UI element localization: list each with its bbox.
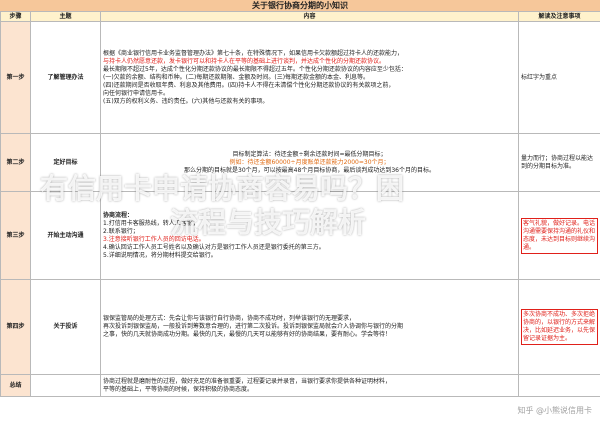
content-line: (一)欠款的余额、结构和币种。(二)每期还款期限、金额及时间。(三)每期还款金额…: [103, 73, 370, 81]
step-cell: 第四步: [0, 279, 31, 375]
content-line: 之事，快的几天就协商成功分期。最快的几天，最慢的几天可以能够有好的协商结果，要有…: [103, 331, 392, 338]
content-cell: 协商流程： 1.打信用卡客服热线，转人工客服； 2.联系银行； 3.注意接听银行…: [100, 191, 519, 280]
step-cell: 第二步: [0, 133, 31, 192]
watermark: 知乎 @小熊说信用卡: [517, 406, 592, 415]
tips-note: 客气礼貌，做好记录。电话沟通需要保持沟通的礼仪和态度，未达到目标则继续沟通。: [521, 217, 598, 254]
content-line: 平等的基础上，平等协商的时候，保持积极的协商态度。: [103, 385, 254, 393]
document-title: 关于银行协商分期的小知识: [0, 0, 600, 11]
info-table: 步骤 主题 内容 解读及注意事项 第一步 了解管理办法 根据《商业银行信用卡业务…: [0, 11, 600, 397]
content-line: 1.打信用卡客服热线，转人工客服；: [103, 219, 199, 227]
content-line: 向任何银行申请信用卡。: [103, 89, 170, 97]
content-line: 5.详细说明情况，将分期材料提交给银行。: [103, 251, 217, 259]
content-line: 银保监管局的处理方式：先会让你与该银行自行协商，协商不成功时，列举该银行的无理要…: [103, 315, 356, 322]
topic-cell: 开始主动沟通: [30, 191, 101, 280]
header-content: 内容: [100, 11, 519, 22]
content-cell: 目标制定算法：待还金额÷剩余还款时间=最低分期目标； 例如：待还金额60000÷…: [100, 133, 519, 192]
content-line: 那么分期的目标就是30个月，可以按最高48个月目标协商，最后谈判成功达到36个月…: [184, 166, 435, 174]
content-line: (四)还款期间是否收取年费、利息及其他费用。(四)持卡人不得在未清偿个性化分期还…: [103, 81, 395, 89]
content-line: 3.注意接听银行工作人员的回访电话。: [103, 235, 205, 243]
tips-cell: 量力而行；协商过程以能达到的分期目标为准。: [518, 133, 600, 192]
step-cell: 第三步: [0, 191, 31, 280]
step-cell: 总结: [0, 374, 31, 397]
step-cell: 第一步: [0, 21, 31, 134]
table-row: 总结 协商过程就是磨耐性的过程，做好充足的准备很重要，过程要记录并录音，当银行要…: [0, 374, 600, 397]
content-line: 根据《商业银行信用卡业务监督管理办法》第七十条，在特殊情况下，如果信用卡欠款额超…: [103, 49, 404, 57]
content-line: (五)双方的权利义务、违约责任。(六)其他与还款有关的事项。: [103, 97, 269, 105]
table-row: 第四步 关于投诉 银保监管局的处理方式：先会让你与该银行自行协商，协商不成功时，…: [0, 279, 600, 375]
table-header-row: 步骤 主题 内容 解读及注意事项: [0, 11, 600, 22]
tips-cell: 多次协商不成功、多次拒绝协商的，以银行的方式来解决，比如延迟业务，以先保留记录证…: [518, 279, 600, 375]
tips-note: 多次协商不成功、多次拒绝协商的，以银行的方式来解决，比如延迟业务，以先保留记录证…: [521, 309, 598, 345]
topic-cell: 关于投诉: [30, 279, 101, 375]
content-cell: 根据《商业银行信用卡业务监督管理办法》第七十条，在特殊情况下，如果信用卡欠款额超…: [100, 21, 519, 134]
content-line: 再次投诉到银保监局，一般投诉到筹数意合理的，进行第二次投诉。投诉到银保监局就会介…: [103, 323, 404, 330]
tips-cell: 标红字为重点: [518, 21, 600, 134]
content-line: 与持卡人仍然愿意还款，发卡银行可以和持卡人在平等的基础上进行谈判，并达成个性化的…: [103, 57, 386, 65]
header-step: 步骤: [0, 11, 31, 22]
tips-cell: 客气礼貌，做好记录。电话沟通需要保持沟通的礼仪和态度，未达到目标则继续沟通。: [518, 191, 600, 280]
content-line: 协商过程就是磨耐性的过程，做好充足的准备很重要，过程要记录并录音，当银行要求你提…: [103, 377, 392, 385]
content-line: 目标制定算法：待还金额÷剩余还款时间=最低分期目标；: [232, 150, 387, 158]
content-line: 最长期限不超过5年，达成个性化分期还款协议的最长期限不得超过五年。个性化分期还款…: [103, 65, 407, 73]
table-row: 第一步 了解管理办法 根据《商业银行信用卡业务监督管理办法》第七十条，在特殊情况…: [0, 21, 600, 134]
content-line: 4.确认回访工作人员工号姓名以及确认对方是银行工作人员还是银行委托的第三方。: [103, 243, 325, 251]
topic-cell: 定好目标: [30, 133, 101, 192]
topic-cell: 了解管理办法: [30, 21, 101, 134]
header-topic: 主题: [30, 11, 101, 22]
content-line: 2.联系银行；: [103, 227, 139, 235]
content-line: 例如：待还金额60000÷月度账单还款能力2000=30个月；: [229, 158, 390, 166]
tips-cell: [518, 374, 600, 397]
table-row: 第三步 开始主动沟通 协商流程： 1.打信用卡客服热线，转人工客服； 2.联系银…: [0, 191, 600, 280]
content-cell: 协商过程就是磨耐性的过程，做好充足的准备很重要，过程要记录并录音，当银行要求你提…: [100, 374, 519, 397]
topic-cell: [30, 374, 101, 397]
header-tips: 解读及注意事项: [518, 11, 600, 22]
content-cell: 银保监管局的处理方式：先会让你与该银行自行协商，协商不成功时，列举该银行的无理要…: [100, 279, 519, 375]
table-row: 第二步 定好目标 目标制定算法：待还金额÷剩余还款时间=最低分期目标； 例如：待…: [0, 133, 600, 192]
content-line: 协商流程：: [103, 211, 134, 219]
document-sheet: 关于银行协商分期的小知识 步骤 主题 内容 解读及注意事项 第一步 了解管理办法…: [0, 0, 600, 426]
